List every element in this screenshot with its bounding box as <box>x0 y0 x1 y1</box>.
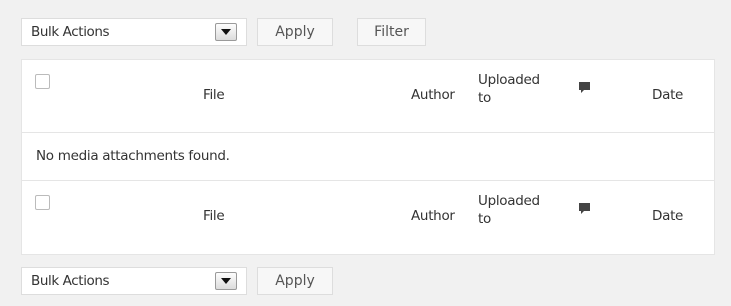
column-date-footer[interactable]: Date <box>652 208 683 224</box>
column-date[interactable]: Date <box>652 87 683 103</box>
column-file-footer[interactable]: File <box>203 208 225 224</box>
bottom-tablenav: Bulk Actions Apply <box>21 266 333 296</box>
select-dropdown-button[interactable] <box>215 23 237 41</box>
chevron-down-icon <box>221 29 231 35</box>
uploaded-label-line1-footer: Uploaded <box>478 193 540 209</box>
empty-message: No media attachments found. <box>36 148 230 164</box>
bulk-actions-label: Bulk Actions <box>31 24 110 40</box>
select-all-checkbox-footer[interactable] <box>35 195 50 210</box>
select-all-checkbox[interactable] <box>35 74 50 89</box>
bulk-actions-label: Bulk Actions <box>31 273 110 289</box>
media-list-table: File Author Uploaded to Date No media at… <box>21 59 715 255</box>
filter-button[interactable]: Filter <box>357 18 426 46</box>
top-tablenav: Bulk Actions Apply Filter <box>21 17 426 47</box>
comment-bubble-icon[interactable] <box>578 202 592 220</box>
column-uploaded-to[interactable]: Uploaded to <box>478 71 568 107</box>
column-author[interactable]: Author <box>411 87 455 103</box>
column-author-footer[interactable]: Author <box>411 208 455 224</box>
column-file[interactable]: File <box>203 87 225 103</box>
uploaded-label-line1: Uploaded <box>478 72 540 88</box>
bulk-actions-select-top[interactable]: Bulk Actions <box>21 18 247 46</box>
uploaded-label-line2: to <box>478 90 491 106</box>
bulk-actions-select-bottom[interactable]: Bulk Actions <box>21 267 247 295</box>
column-uploaded-to-footer[interactable]: Uploaded to <box>478 192 568 228</box>
no-items-row: No media attachments found. <box>22 133 714 181</box>
chevron-down-icon <box>221 278 231 284</box>
select-dropdown-button[interactable] <box>215 272 237 290</box>
table-footer-row: File Author Uploaded to Date <box>22 181 714 254</box>
table-header-row: File Author Uploaded to Date <box>22 60 714 133</box>
uploaded-label-line2-footer: to <box>478 211 491 227</box>
apply-button-top[interactable]: Apply <box>257 18 333 46</box>
comment-bubble-icon[interactable] <box>578 81 592 99</box>
apply-button-bottom[interactable]: Apply <box>257 267 333 295</box>
